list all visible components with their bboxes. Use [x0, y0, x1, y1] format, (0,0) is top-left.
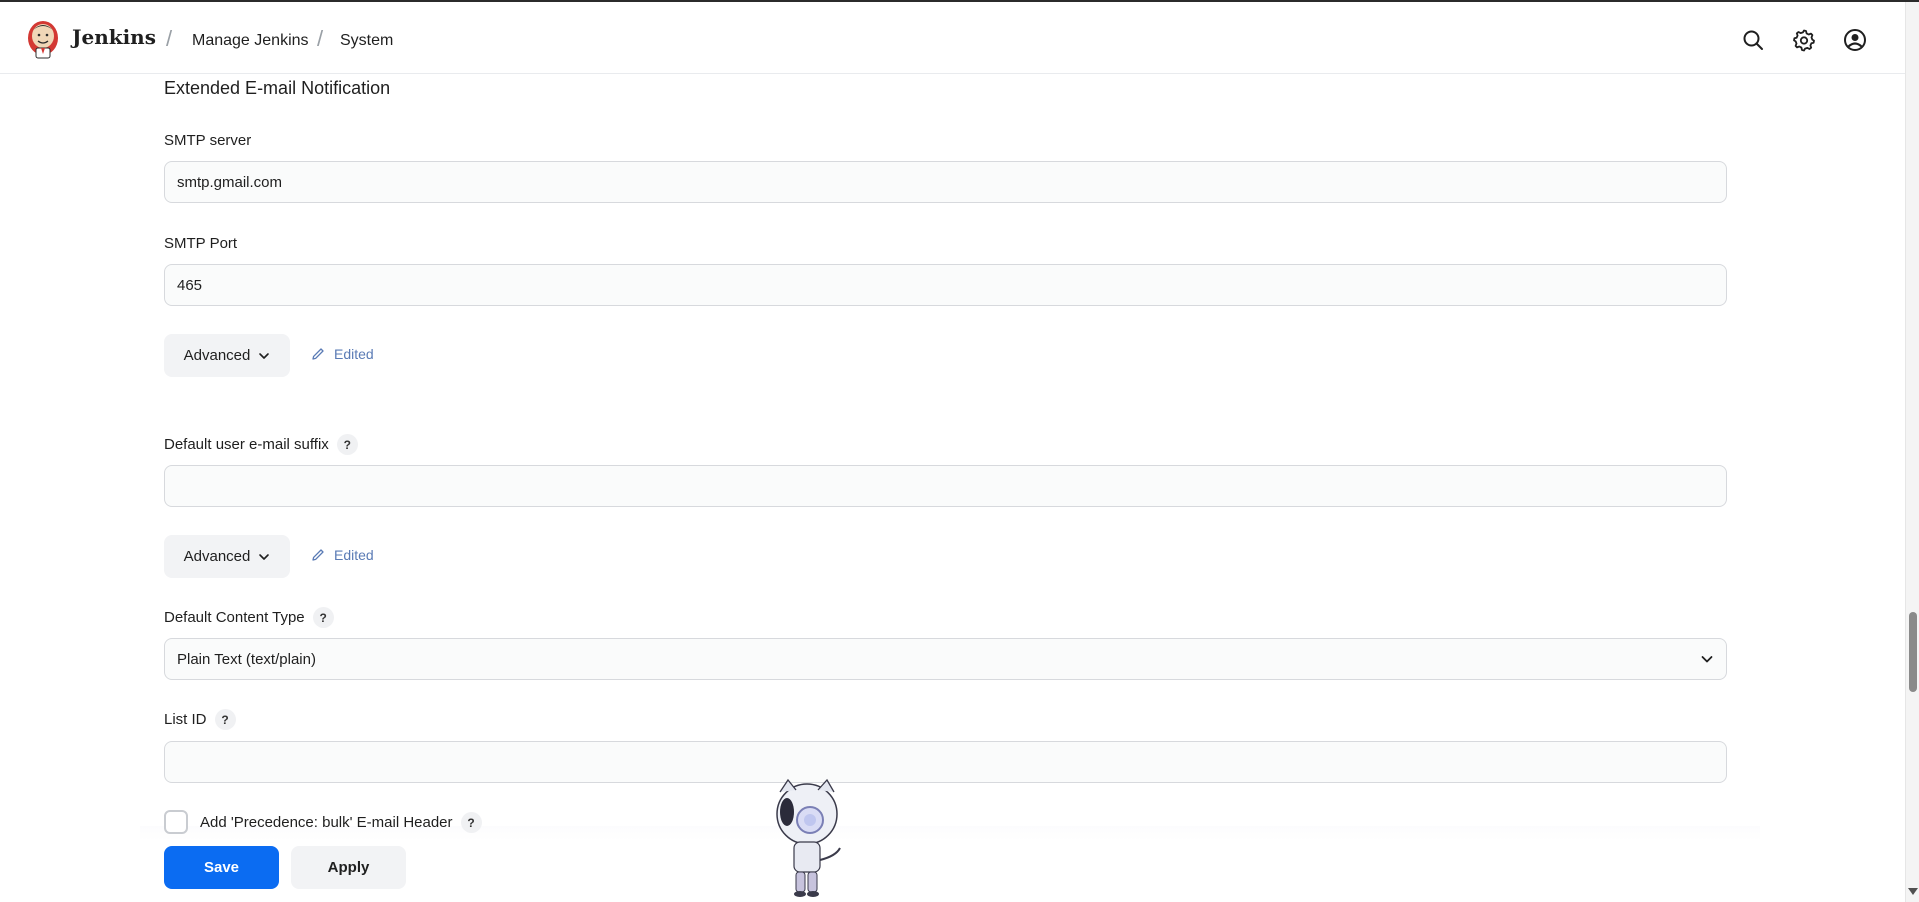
jenkins-logo-icon[interactable]: [26, 18, 60, 60]
apply-button[interactable]: Apply: [291, 846, 406, 889]
mascot-sticker-icon: [776, 778, 841, 897]
edited-label: Edited: [334, 547, 374, 563]
save-button[interactable]: Save: [164, 846, 279, 889]
advanced-button-label: Advanced: [183, 548, 251, 565]
pencil-icon: [312, 348, 324, 360]
list-id-input[interactable]: [164, 741, 1727, 783]
precedence-bulk-checkbox[interactable]: [164, 810, 188, 834]
content-type-label-text: Default Content Type: [164, 609, 305, 626]
help-icon[interactable]: ?: [312, 607, 334, 628]
breadcrumb-separator: /: [317, 26, 324, 51]
vertical-scrollbar[interactable]: [1905, 2, 1919, 902]
help-icon[interactable]: ?: [460, 812, 482, 833]
default-suffix-label: Default user e-mail suffix ?: [164, 434, 358, 455]
advanced-button[interactable]: Advanced: [164, 535, 290, 578]
gear-icon[interactable]: [1792, 28, 1816, 52]
list-id-label: List ID ?: [164, 709, 236, 730]
content-type-label: Default Content Type ?: [164, 607, 334, 628]
default-suffix-label-text: Default user e-mail suffix: [164, 436, 329, 453]
edited-label: Edited: [334, 346, 374, 362]
pencil-icon: [312, 549, 324, 561]
chevron-down-icon: [259, 553, 270, 560]
smtp-port-label: SMTP Port: [164, 235, 238, 252]
search-icon[interactable]: [1741, 28, 1765, 52]
default-suffix-input[interactable]: [164, 465, 1727, 507]
brand-name[interactable]: Jenkins: [72, 25, 156, 49]
precedence-bulk-label: Add 'Precedence: bulk' E-mail Header ?: [200, 812, 482, 833]
content-type-select[interactable]: Plain Text (text/plain): [164, 638, 1727, 680]
advanced-button[interactable]: Advanced: [164, 334, 290, 377]
chevron-down-icon: [259, 352, 270, 359]
advanced-button-label: Advanced: [183, 347, 251, 364]
chevron-down-icon: [1701, 656, 1713, 663]
smtp-server-label: SMTP server: [164, 132, 252, 149]
top-header: Jenkins / Manage Jenkins / System: [0, 2, 1905, 74]
section-title: Extended E-mail Notification: [164, 78, 391, 98]
scrollbar-thumb[interactable]: [1909, 612, 1917, 692]
user-account-icon[interactable]: [1843, 28, 1867, 52]
breadcrumb-system[interactable]: System: [340, 32, 393, 50]
smtp-server-input[interactable]: [164, 161, 1727, 203]
help-icon[interactable]: ?: [214, 709, 236, 730]
breadcrumb-manage-jenkins[interactable]: Manage Jenkins: [192, 32, 309, 50]
precedence-bulk-label-text: Add 'Precedence: bulk' E-mail Header: [200, 814, 453, 831]
edited-indicator: Edited: [310, 547, 374, 563]
help-icon[interactable]: ?: [336, 434, 358, 455]
content-type-selected-value: Plain Text (text/plain): [177, 650, 316, 668]
breadcrumb-separator: /: [166, 26, 173, 51]
edited-indicator: Edited: [310, 346, 374, 362]
smtp-port-input[interactable]: [164, 264, 1727, 306]
list-id-label-text: List ID: [164, 711, 207, 728]
scroll-down-arrow-icon[interactable]: [1908, 888, 1918, 895]
